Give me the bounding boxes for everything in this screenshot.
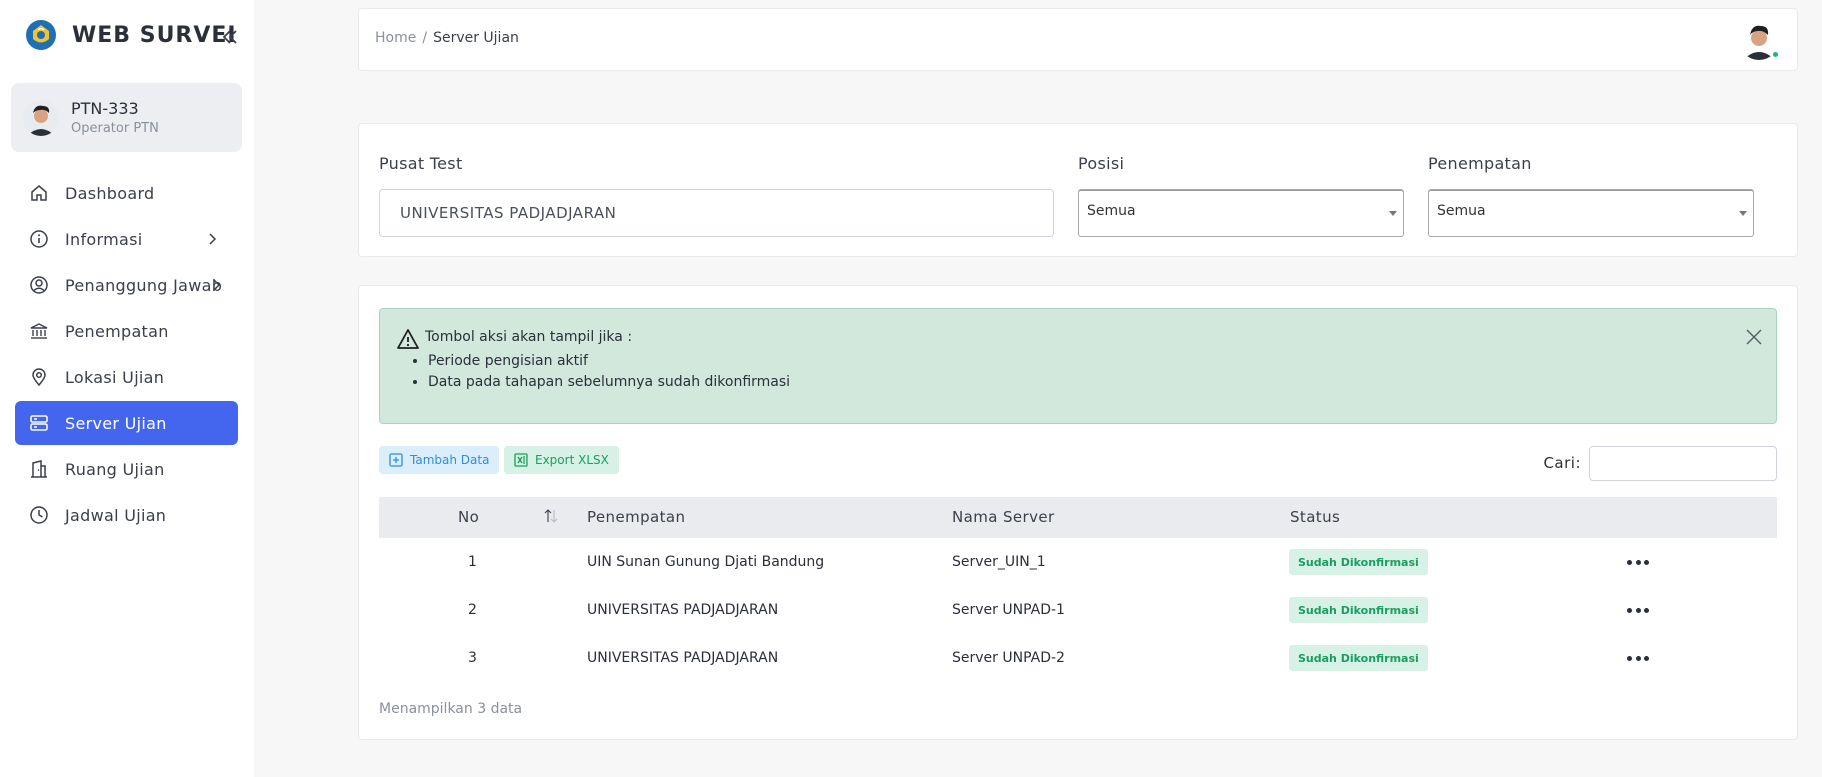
column-header-nama-server[interactable]: Nama Server bbox=[952, 508, 1055, 526]
sidebar-item-label: Ruang Ujian bbox=[65, 459, 165, 479]
server-ujian-panel: Tombol aksi akan tampil jika : Periode p… bbox=[358, 285, 1798, 740]
sidebar-item-label: Penempatan bbox=[65, 321, 169, 341]
table-row: 3 UNIVERSITAS PADJADJARAN Server UNPAD-2… bbox=[379, 634, 1777, 682]
cell-nama-server: Server UNPAD-2 bbox=[952, 650, 1065, 666]
user-name: PTN-333 bbox=[71, 99, 139, 118]
sidebar-item-lokasi-ujian[interactable]: Lokasi Ujian bbox=[15, 355, 238, 399]
chevron-right-icon bbox=[204, 230, 220, 248]
add-data-button[interactable]: Tambah Data bbox=[379, 446, 500, 474]
top-header: Home / Server Ujian bbox=[358, 8, 1798, 71]
cell-no: 2 bbox=[468, 602, 477, 618]
alert-list-item: Data pada tahapan sebelumnya sudah dikon… bbox=[428, 374, 790, 390]
more-actions-icon[interactable] bbox=[1627, 648, 1649, 668]
sidebar-item-label: Dashboard bbox=[65, 183, 155, 203]
sidebar-item-label: Informasi bbox=[65, 229, 143, 249]
penempatan-label: Penempatan bbox=[1428, 154, 1532, 173]
user-card[interactable]: PTN-333 Operator PTN bbox=[11, 83, 242, 152]
breadcrumb: Home / Server Ujian bbox=[375, 30, 519, 46]
caret-down-icon bbox=[1739, 211, 1747, 216]
cell-penempatan: UNIVERSITAS PADJADJARAN bbox=[587, 602, 779, 618]
penempatan-select[interactable]: Semua bbox=[1428, 189, 1754, 237]
sidebar-item-label: Server Ujian bbox=[65, 413, 167, 433]
warning-icon bbox=[396, 327, 420, 351]
pusat-test-field[interactable]: UNIVERSITAS PADJADJARAN bbox=[379, 189, 1054, 237]
posisi-select[interactable]: Semua bbox=[1078, 189, 1404, 237]
brand: WEB SURVEI bbox=[26, 20, 237, 50]
chevron-right-icon bbox=[208, 276, 224, 294]
posisi-label: Posisi bbox=[1078, 154, 1125, 173]
sidebar: WEB SURVEI PTN-333 Operator PTN Dashboar… bbox=[0, 0, 254, 777]
alert-list: Periode pengisian aktif Data pada tahapa… bbox=[428, 353, 790, 395]
plus-square-icon bbox=[389, 453, 403, 467]
cell-no: 3 bbox=[468, 650, 477, 666]
user-role: Operator PTN bbox=[71, 121, 159, 136]
info-alert: Tombol aksi akan tampil jika : Periode p… bbox=[379, 308, 1777, 424]
pusat-test-value: UNIVERSITAS PADJADJARAN bbox=[400, 204, 617, 222]
cell-no: 1 bbox=[468, 554, 477, 570]
cell-penempatan: UIN Sunan Gunung Djati Bandung bbox=[587, 554, 825, 570]
sidebar-item-label: Jadwal Ujian bbox=[65, 505, 167, 525]
close-icon[interactable] bbox=[1744, 327, 1764, 347]
export-xlsx-label: Export XLSX bbox=[535, 453, 609, 467]
table-header: No Penempatan Nama Server Status bbox=[379, 497, 1777, 538]
tut-wuri-logo-icon bbox=[26, 20, 56, 50]
penempatan-value: Semua bbox=[1437, 203, 1486, 219]
status-badge: Sudah Dikonfirmasi bbox=[1289, 645, 1428, 671]
sidebar-item-informasi[interactable]: Informasi bbox=[15, 217, 238, 261]
more-actions-icon[interactable] bbox=[1627, 552, 1649, 572]
status-badge: Sudah Dikonfirmasi bbox=[1289, 597, 1428, 623]
clock-icon bbox=[29, 505, 49, 525]
info-icon bbox=[29, 229, 49, 249]
server-icon bbox=[29, 413, 49, 433]
table-row: 1 UIN Sunan Gunung Djati Bandung Server_… bbox=[379, 538, 1777, 586]
add-data-label: Tambah Data bbox=[410, 453, 490, 467]
column-header-status[interactable]: Status bbox=[1290, 508, 1340, 526]
online-status-dot bbox=[1771, 50, 1780, 59]
cell-nama-server: Server_UIN_1 bbox=[952, 554, 1046, 570]
cell-nama-server: Server UNPAD-1 bbox=[952, 602, 1065, 618]
alert-title: Tombol aksi akan tampil jika : bbox=[425, 329, 633, 345]
filter-panel: Pusat Test UNIVERSITAS PADJADJARAN Posis… bbox=[358, 123, 1798, 257]
building-icon bbox=[29, 459, 49, 479]
server-table: No Penempatan Nama Server Status 1 UIN S… bbox=[379, 497, 1777, 682]
sidebar-item-penanggung-jawab[interactable]: Penanggung Jawab bbox=[15, 263, 238, 307]
breadcrumb-home-link[interactable]: Home bbox=[375, 30, 416, 46]
pusat-test-label: Pusat Test bbox=[379, 154, 463, 173]
posisi-value: Semua bbox=[1087, 203, 1136, 219]
caret-down-icon bbox=[1389, 211, 1397, 216]
table-info: Menampilkan 3 data bbox=[379, 701, 523, 717]
bank-icon bbox=[29, 321, 49, 341]
alert-list-item: Periode pengisian aktif bbox=[428, 353, 790, 369]
column-header-penempatan[interactable]: Penempatan bbox=[587, 508, 685, 526]
collapse-sidebar-icon[interactable] bbox=[219, 26, 241, 48]
excel-icon bbox=[514, 453, 528, 467]
sidebar-item-jadwal-ujian[interactable]: Jadwal Ujian bbox=[15, 493, 238, 537]
brand-title: WEB SURVEI bbox=[72, 22, 237, 48]
avatar bbox=[23, 99, 59, 136]
header-avatar[interactable] bbox=[1739, 20, 1780, 60]
export-xlsx-button[interactable]: Export XLSX bbox=[504, 446, 619, 474]
sidebar-item-penempatan[interactable]: Penempatan bbox=[15, 309, 238, 353]
sidebar-item-label: Penanggung Jawab bbox=[65, 275, 223, 295]
sidebar-nav: Dashboard Informasi Penanggung Jawab Pen… bbox=[15, 171, 238, 539]
cell-penempatan: UNIVERSITAS PADJADJARAN bbox=[587, 650, 779, 666]
sort-icon[interactable] bbox=[543, 507, 559, 525]
status-badge: Sudah Dikonfirmasi bbox=[1289, 549, 1428, 575]
home-icon bbox=[29, 183, 49, 203]
table-row: 2 UNIVERSITAS PADJADJARAN Server UNPAD-1… bbox=[379, 586, 1777, 634]
column-header-no[interactable]: No bbox=[458, 508, 479, 526]
map-pin-icon bbox=[29, 367, 49, 387]
sidebar-item-server-ujian[interactable]: Server Ujian bbox=[15, 401, 238, 445]
breadcrumb-separator: / bbox=[422, 30, 428, 46]
sidebar-item-dashboard[interactable]: Dashboard bbox=[15, 171, 238, 215]
search-input[interactable] bbox=[1589, 446, 1777, 481]
more-actions-icon[interactable] bbox=[1627, 600, 1649, 620]
sidebar-item-ruang-ujian[interactable]: Ruang Ujian bbox=[15, 447, 238, 491]
sidebar-item-label: Lokasi Ujian bbox=[65, 367, 165, 387]
search-label: Cari: bbox=[1543, 454, 1581, 472]
user-circle-icon bbox=[29, 275, 49, 295]
breadcrumb-current: Server Ujian bbox=[433, 30, 519, 46]
